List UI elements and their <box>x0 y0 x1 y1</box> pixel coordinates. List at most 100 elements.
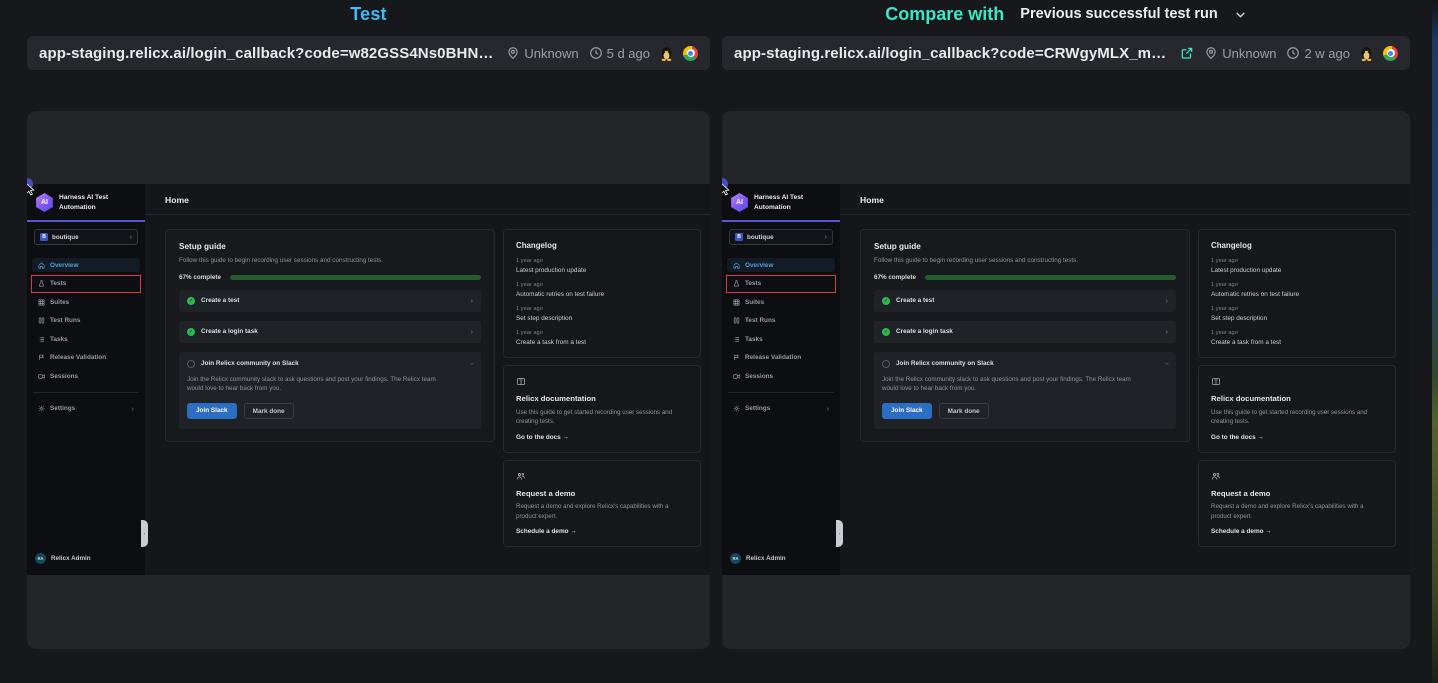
avatar: RA <box>730 553 741 564</box>
sidebar-item-sessions[interactable]: Sessions <box>32 369 140 383</box>
project-name: boutique <box>747 234 774 241</box>
linux-tux-icon <box>1360 46 1373 61</box>
grid-icon <box>38 299 45 306</box>
join-slack-button[interactable]: Join Slack <box>882 403 932 419</box>
sidebar-item-release-validation[interactable]: Release Validation <box>32 351 140 365</box>
join-slack-button[interactable]: Join Slack <box>187 403 237 419</box>
flag-icon <box>733 354 740 361</box>
mark-done-button[interactable]: Mark done <box>244 403 294 419</box>
task-create-a-test[interactable]: ✓ Create a test › <box>179 290 481 312</box>
url-bar-test: app-staging.relicx.ai/login_callback?cod… <box>27 36 710 70</box>
task-create-a-test[interactable]: ✓ Create a test › <box>874 290 1176 312</box>
request-demo-description: Request a demo and explore Relicx's capa… <box>1211 502 1383 521</box>
check-circle-icon: ✓ <box>882 328 890 336</box>
sidebar-item-test-runs[interactable]: Test Runs <box>32 314 140 328</box>
chevron-down-icon[interactable] <box>1234 8 1247 21</box>
flag-icon <box>38 354 45 361</box>
brand-name: Harness AI TestAutomation <box>754 193 803 212</box>
schedule-demo-link[interactable]: Schedule a demo → <box>516 528 688 535</box>
sidebar-item-tests[interactable]: Tests <box>727 277 835 291</box>
sidebar-nav: Overview Tests Suites Test Runs Tasks <box>727 258 835 383</box>
changelog-title: Changelog <box>516 241 688 250</box>
schedule-demo-link[interactable]: Schedule a demo → <box>1211 528 1383 535</box>
task-join-slack-description: Join the Relicx community slack to ask q… <box>187 375 450 395</box>
mark-done-button[interactable]: Mark done <box>939 403 989 419</box>
request-demo-description: Request a demo and explore Relicx's capa… <box>516 502 688 521</box>
sidebar-item-settings[interactable]: Settings › <box>32 401 140 416</box>
chrome-icon <box>683 46 698 61</box>
changelog-card: Changelog 1 year ago Latest production u… <box>503 229 701 358</box>
linux-tux-icon <box>660 46 673 61</box>
sidebar-item-overview[interactable]: Overview <box>32 258 140 272</box>
people-icon <box>516 472 526 481</box>
check-circle-icon: ✓ <box>187 297 195 305</box>
chevron-right-icon: › <box>471 328 474 336</box>
chevron-right-icon: › <box>1166 328 1169 336</box>
unchecked-circle-icon <box>187 360 195 368</box>
sidebar-item-suites[interactable]: Suites <box>32 295 140 309</box>
setup-guide-description: Follow this guide to begin recording use… <box>874 257 1176 264</box>
sidebar-item-tasks[interactable]: Tasks <box>32 332 140 346</box>
compare-selection[interactable]: Previous successful test run <box>1020 6 1217 22</box>
grid-icon <box>733 299 740 306</box>
home-icon <box>733 262 740 269</box>
brand-divider <box>27 220 145 222</box>
user-name: Relicx Admin <box>746 555 786 562</box>
progress-bar <box>230 275 481 280</box>
request-demo-title: Request a demo <box>516 489 688 498</box>
clock-icon <box>589 46 603 60</box>
setup-guide-card: Setup guide Follow this guide to begin r… <box>165 229 495 442</box>
url-bar-compare: app-staging.relicx.ai/login_callback?cod… <box>722 36 1410 70</box>
task-join-slack: Join Relicx community on Slack › Join th… <box>874 352 1176 430</box>
sidebar-item-sessions[interactable]: Sessions <box>727 369 835 383</box>
user-menu[interactable]: RA Relicx Admin <box>27 553 145 575</box>
go-to-docs-link[interactable]: Go to the docs → <box>1211 434 1383 441</box>
chevron-down-icon: › <box>468 362 476 365</box>
list-icon <box>38 336 45 343</box>
chevron-right-icon: › <box>825 234 827 241</box>
harness-logo-icon: AI <box>35 193 54 212</box>
app-sidebar: AI Harness AI TestAutomation B boutique … <box>27 184 145 575</box>
task-join-slack-header[interactable]: Join Relicx community on Slack › <box>187 360 473 368</box>
brand: AI Harness AI TestAutomation <box>27 184 145 220</box>
user-menu[interactable]: RA Relicx Admin <box>722 553 840 575</box>
sidebar-collapse-handle[interactable]: ‹ <box>836 520 843 547</box>
adjacent-frame-sliver <box>1432 0 1438 683</box>
changelog-entry: 1 year ago Set step description <box>516 306 688 322</box>
request-demo-title: Request a demo <box>1211 489 1383 498</box>
project-badge: B <box>735 233 743 241</box>
clock-icon <box>1286 46 1300 60</box>
home-icon <box>38 262 45 269</box>
sidebar-item-release-validation[interactable]: Release Validation <box>727 351 835 365</box>
setup-guide-title: Setup guide <box>874 242 1176 251</box>
page-title: Home <box>145 184 710 215</box>
sidebar-item-overview[interactable]: Overview <box>727 258 835 272</box>
sidebar-collapse-handle[interactable]: ‹ <box>141 520 148 547</box>
task-create-a-login-task[interactable]: ✓ Create a login task › <box>179 321 481 343</box>
chevron-right-icon: › <box>132 405 135 413</box>
compare-column: Compare with Previous successful test ru… <box>722 0 1410 649</box>
test-screenshot-panel: AI Harness AI TestAutomation B boutique … <box>27 111 710 649</box>
app-sidebar: AI Harness AI TestAutomation B boutique … <box>722 184 840 575</box>
project-selector[interactable]: B boutique › <box>729 229 833 245</box>
people-icon <box>1211 472 1221 481</box>
task-join-slack-header[interactable]: Join Relicx community on Slack › <box>882 360 1168 368</box>
sidebar-item-tests[interactable]: Tests <box>32 277 140 291</box>
sidebar-item-test-runs[interactable]: Test Runs <box>727 314 835 328</box>
sidebar-item-settings[interactable]: Settings › <box>727 401 835 416</box>
gear-icon <box>733 405 740 412</box>
sidebar-item-tasks[interactable]: Tasks <box>727 332 835 346</box>
avatar: RA <box>35 553 46 564</box>
video-icon <box>733 373 740 380</box>
location-pin-icon <box>506 46 520 60</box>
sidebar-item-suites[interactable]: Suites <box>727 295 835 309</box>
progress-bar <box>925 275 1176 280</box>
progress-label: 67% complete <box>874 274 916 281</box>
documentation-card: Relicx documentation Use this guide to g… <box>1198 365 1396 453</box>
task-create-a-login-task[interactable]: ✓ Create a login task › <box>874 321 1176 343</box>
gear-icon <box>38 405 45 412</box>
go-to-docs-link[interactable]: Go to the docs → <box>516 434 688 441</box>
external-link-icon[interactable] <box>1180 46 1194 60</box>
project-selector[interactable]: B boutique › <box>34 229 138 245</box>
flask-icon <box>733 280 740 287</box>
